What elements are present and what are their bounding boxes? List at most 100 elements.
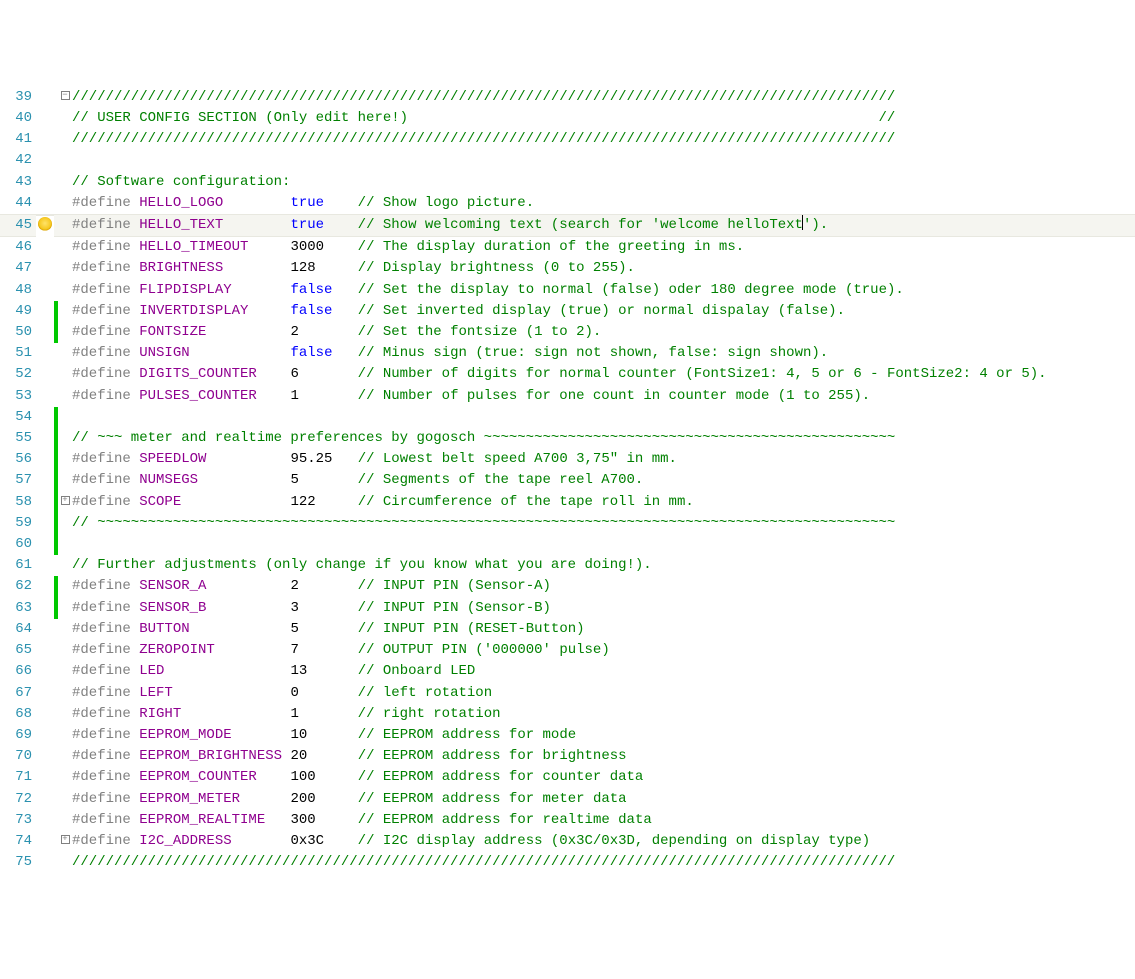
line-number[interactable]: 57 <box>0 470 36 491</box>
line-number[interactable]: 56 <box>0 449 36 470</box>
code-line[interactable]: #define BUTTON 5 // INPUT PIN (RESET-But… <box>72 619 1135 640</box>
line-number[interactable]: 61 <box>0 555 36 576</box>
line-number[interactable]: 73 <box>0 810 36 831</box>
code-line[interactable]: #define UNSIGN false // Minus sign (true… <box>72 343 1135 364</box>
line-number[interactable]: 75 <box>0 852 36 873</box>
line-number[interactable]: 49 <box>0 301 36 322</box>
line-number[interactable]: 67 <box>0 683 36 704</box>
fold-cell <box>58 640 72 661</box>
code-line[interactable]: #define ZEROPOINT 7 // OUTPUT PIN ('0000… <box>72 640 1135 661</box>
line-number[interactable]: 51 <box>0 343 36 364</box>
code-line[interactable]: #define INVERTDISPLAY false // Set inver… <box>72 301 1135 322</box>
fold-expand-icon[interactable]: + <box>58 492 72 513</box>
code-line[interactable] <box>72 534 1135 555</box>
line-number[interactable]: 53 <box>0 386 36 407</box>
line-number[interactable]: 41 <box>0 129 36 150</box>
line-number-gutter[interactable]: 3940414243444546474849505152535455565758… <box>0 87 36 874</box>
line-number[interactable]: 58 <box>0 492 36 513</box>
code-line[interactable] <box>72 407 1135 428</box>
line-number[interactable]: 69 <box>0 725 36 746</box>
line-number[interactable]: 63 <box>0 598 36 619</box>
code-line[interactable]: #define SCOPE 122 // Circumference of th… <box>72 492 1135 513</box>
code-line[interactable] <box>72 150 1135 171</box>
code-line[interactable]: #define RIGHT 1 // right rotation <box>72 704 1135 725</box>
line-number[interactable]: 50 <box>0 322 36 343</box>
marker-cell <box>36 831 54 852</box>
code-line[interactable]: #define LEFT 0 // left rotation <box>72 683 1135 704</box>
line-number[interactable]: 65 <box>0 640 36 661</box>
code-line[interactable]: #define PULSES_COUNTER 1 // Number of pu… <box>72 386 1135 407</box>
line-number[interactable]: 40 <box>0 108 36 129</box>
code-line[interactable]: // Software configuration: <box>72 172 1135 193</box>
code-area[interactable]: ////////////////////////////////////////… <box>72 87 1135 874</box>
code-line[interactable]: #define HELLO_TEXT true // Show welcomin… <box>72 214 1135 237</box>
fold-cell <box>58 683 72 704</box>
line-number[interactable]: 54 <box>0 407 36 428</box>
code-editor[interactable]: 3940414243444546474849505152535455565758… <box>0 85 1135 874</box>
line-number[interactable]: 48 <box>0 280 36 301</box>
line-number[interactable]: 55 <box>0 428 36 449</box>
fold-cell <box>58 301 72 322</box>
fold-cell <box>58 598 72 619</box>
line-number[interactable]: 74 <box>0 831 36 852</box>
fold-expand-icon[interactable]: + <box>58 831 72 852</box>
code-line[interactable]: ////////////////////////////////////////… <box>72 129 1135 150</box>
code-line[interactable]: #define HELLO_LOGO true // Show logo pic… <box>72 193 1135 214</box>
fold-cell <box>58 386 72 407</box>
code-line[interactable]: // ~~~ meter and realtime preferences by… <box>72 428 1135 449</box>
code-line[interactable]: #define HELLO_TIMEOUT 3000 // The displa… <box>72 237 1135 258</box>
line-number[interactable]: 64 <box>0 619 36 640</box>
marker-cell <box>36 193 54 214</box>
line-number[interactable]: 66 <box>0 661 36 682</box>
code-line[interactable]: #define EEPROM_MODE 10 // EEPROM address… <box>72 725 1135 746</box>
line-number[interactable]: 44 <box>0 193 36 214</box>
line-number[interactable]: 72 <box>0 789 36 810</box>
code-line[interactable]: #define EEPROM_METER 200 // EEPROM addre… <box>72 789 1135 810</box>
line-number[interactable]: 39 <box>0 87 36 108</box>
fold-collapse-icon[interactable]: − <box>58 87 72 108</box>
marker-cell <box>36 619 54 640</box>
code-line[interactable]: #define FLIPDISPLAY false // Set the dis… <box>72 280 1135 301</box>
code-line[interactable]: #define I2C_ADDRESS 0x3C // I2C display … <box>72 831 1135 852</box>
fold-cell <box>58 343 72 364</box>
code-line[interactable]: #define SENSOR_A 2 // INPUT PIN (Sensor-… <box>72 576 1135 597</box>
fold-cell <box>58 407 72 428</box>
line-number[interactable]: 62 <box>0 576 36 597</box>
marker-cell <box>36 576 54 597</box>
marker-cell <box>36 683 54 704</box>
line-number[interactable]: 46 <box>0 237 36 258</box>
code-line[interactable]: // Further adjustments (only change if y… <box>72 555 1135 576</box>
marker-cell <box>36 216 54 237</box>
code-line[interactable]: #define EEPROM_BRIGHTNESS 20 // EEPROM a… <box>72 746 1135 767</box>
code-line[interactable]: #define EEPROM_REALTIME 300 // EEPROM ad… <box>72 810 1135 831</box>
marker-cell <box>36 407 54 428</box>
fold-gutter[interactable]: − + + <box>58 87 72 874</box>
code-line[interactable]: // ~~~~~~~~~~~~~~~~~~~~~~~~~~~~~~~~~~~~~… <box>72 513 1135 534</box>
line-number[interactable]: 45 <box>0 214 36 237</box>
code-line[interactable]: ////////////////////////////////////////… <box>72 87 1135 108</box>
line-number[interactable]: 59 <box>0 513 36 534</box>
code-line[interactable]: #define DIGITS_COUNTER 6 // Number of di… <box>72 364 1135 385</box>
code-line[interactable]: // USER CONFIG SECTION (Only edit here!)… <box>72 108 1135 129</box>
line-number[interactable]: 42 <box>0 150 36 171</box>
fold-cell <box>58 852 72 873</box>
line-number[interactable]: 47 <box>0 258 36 279</box>
code-line[interactable]: #define EEPROM_COUNTER 100 // EEPROM add… <box>72 767 1135 788</box>
code-line[interactable]: #define FONTSIZE 2 // Set the fontsize (… <box>72 322 1135 343</box>
line-number[interactable]: 60 <box>0 534 36 555</box>
line-number[interactable]: 43 <box>0 172 36 193</box>
code-line[interactable]: #define SPEEDLOW 95.25 // Lowest belt sp… <box>72 449 1135 470</box>
line-number[interactable]: 68 <box>0 704 36 725</box>
code-line[interactable]: #define LED 13 // Onboard LED <box>72 661 1135 682</box>
fold-cell <box>58 108 72 129</box>
line-number[interactable]: 52 <box>0 364 36 385</box>
line-number[interactable]: 70 <box>0 746 36 767</box>
line-number[interactable]: 71 <box>0 767 36 788</box>
code-line[interactable]: #define BRIGHTNESS 128 // Display bright… <box>72 258 1135 279</box>
code-line[interactable]: #define SENSOR_B 3 // INPUT PIN (Sensor-… <box>72 598 1135 619</box>
code-line[interactable]: ////////////////////////////////////////… <box>72 852 1135 873</box>
fold-cell <box>58 470 72 491</box>
marker-cell <box>36 725 54 746</box>
fold-cell <box>58 619 72 640</box>
code-line[interactable]: #define NUMSEGS 5 // Segments of the tap… <box>72 470 1135 491</box>
